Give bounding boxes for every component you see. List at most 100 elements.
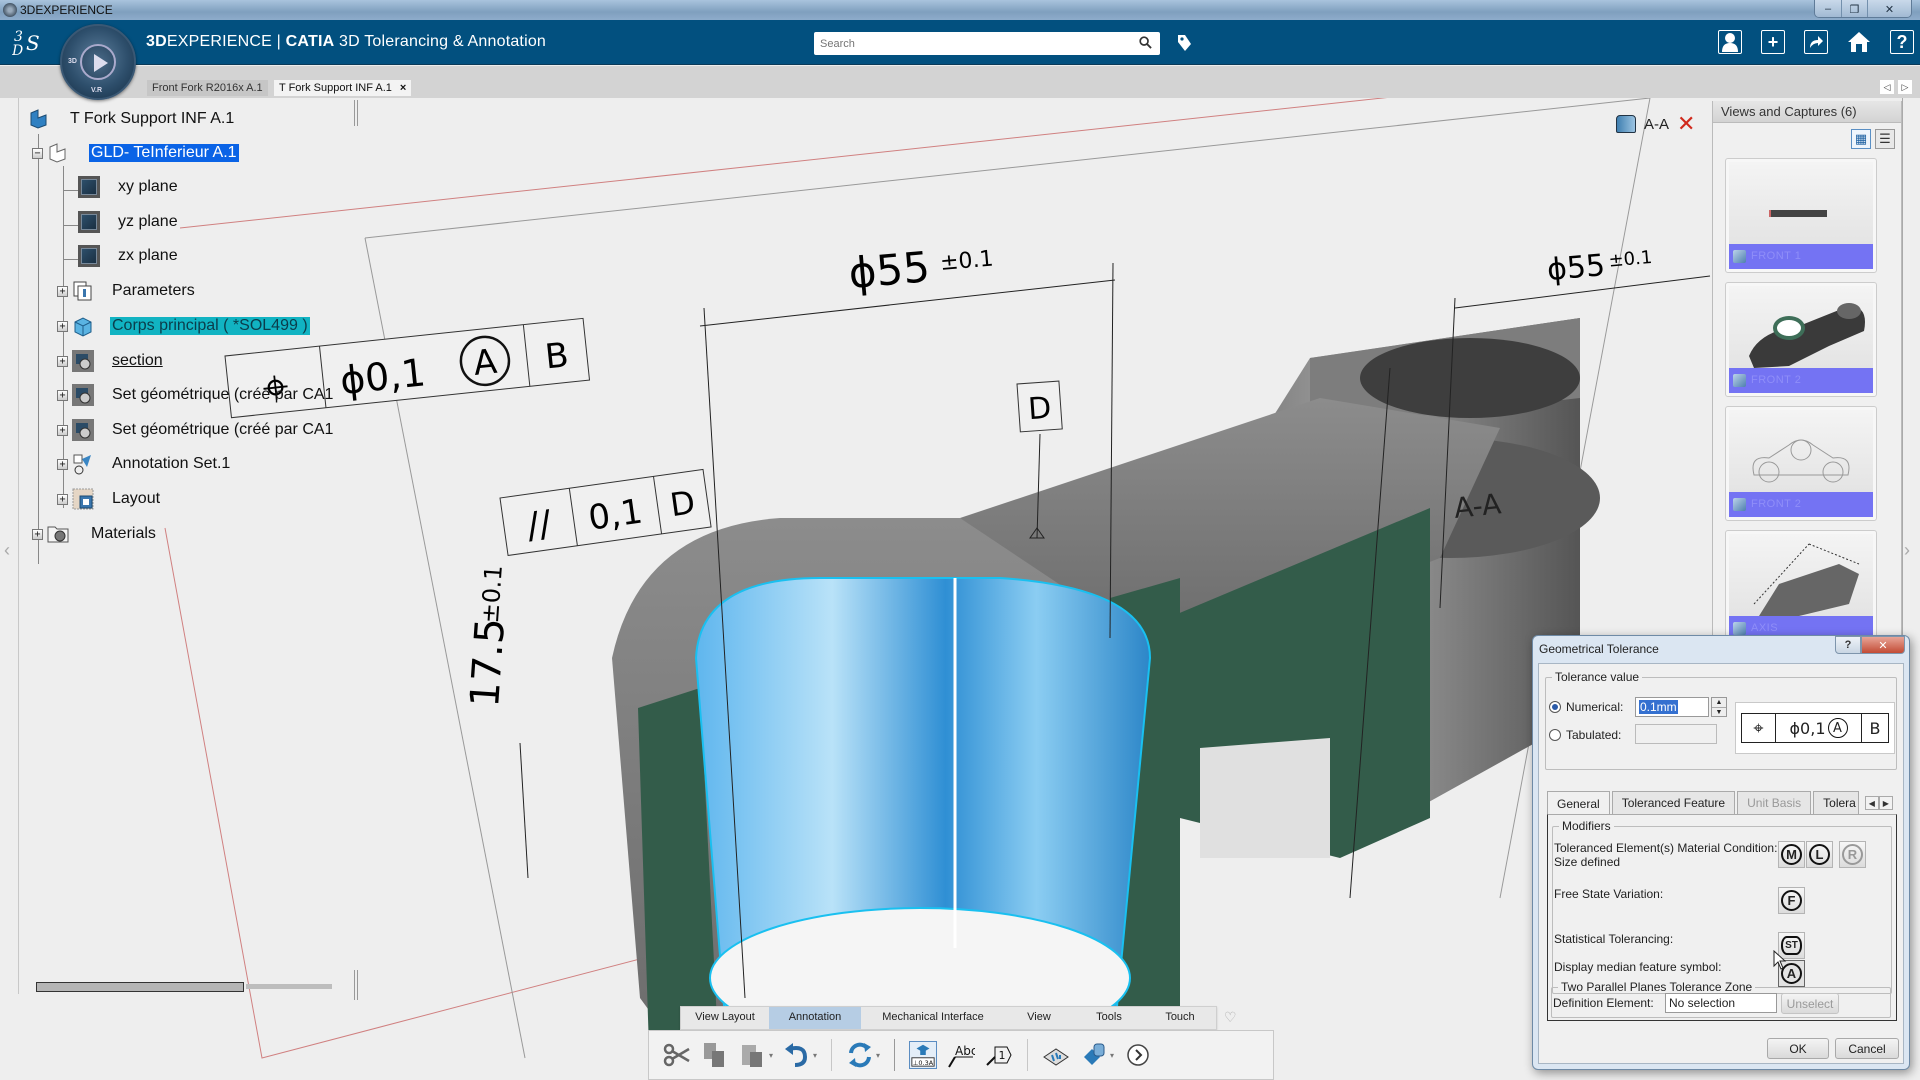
expand-icon[interactable]: + bbox=[57, 493, 68, 505]
numerical-spinner[interactable]: ▲ ▼ bbox=[1711, 697, 1727, 717]
close-tab-icon[interactable]: × bbox=[400, 82, 406, 94]
close-section-icon[interactable]: ✕ bbox=[1677, 113, 1695, 135]
section-view-icon[interactable] bbox=[1616, 115, 1636, 133]
ok-button[interactable]: OK bbox=[1767, 1038, 1829, 1059]
tab-touch[interactable]: Touch bbox=[1145, 1007, 1215, 1029]
tree-item-section[interactable]: + section bbox=[57, 350, 165, 372]
expand-icon[interactable]: + bbox=[57, 320, 68, 332]
capture-card[interactable]: FRONT 2 bbox=[1725, 406, 1877, 521]
dialog-close-button[interactable]: ✕ bbox=[1861, 636, 1905, 654]
annotation-plane-icon[interactable] bbox=[1042, 1041, 1070, 1069]
home-icon[interactable] bbox=[1847, 30, 1871, 54]
tab-t-fork-support[interactable]: T Fork Support INF A.1 × bbox=[274, 80, 412, 96]
tree-root[interactable]: T Fork Support INF A.1 bbox=[28, 108, 236, 130]
tree-item-layout[interactable]: + Layout bbox=[57, 488, 162, 510]
more-actions-icon[interactable] bbox=[1124, 1041, 1152, 1069]
minimize-button[interactable]: ‒ bbox=[1815, 0, 1841, 17]
tab-annotation[interactable]: Annotation bbox=[769, 1007, 861, 1029]
numerical-radio[interactable] bbox=[1549, 701, 1561, 713]
dialog-help-button[interactable]: ? bbox=[1835, 636, 1861, 654]
tree-item-parameters[interactable]: + Parameters bbox=[57, 280, 197, 302]
tree-item-zx-plane[interactable]: zx plane bbox=[78, 245, 180, 267]
tabulated-value-input[interactable] bbox=[1635, 724, 1717, 744]
tab-tools[interactable]: Tools bbox=[1073, 1007, 1145, 1029]
capture-card[interactable]: FRONT 1 bbox=[1725, 158, 1877, 273]
tree-item-geometric-set-1[interactable]: + Set géométrique (créé par CA1 bbox=[57, 384, 335, 406]
grid-view-icon[interactable]: ▦ bbox=[1851, 129, 1871, 149]
compass-widget[interactable]: 3D V.R bbox=[60, 24, 136, 100]
tab-mechanical-interface[interactable]: Mechanical Interface bbox=[861, 1007, 1005, 1029]
capture-card[interactable]: AXIS bbox=[1725, 530, 1877, 645]
list-view-icon[interactable]: ☰ bbox=[1875, 129, 1895, 149]
tree-item-geometric-set-2[interactable]: + Set géométrique (créé par CA1 bbox=[57, 419, 335, 441]
spin-up-icon[interactable]: ▲ bbox=[1712, 698, 1726, 708]
search-box[interactable] bbox=[814, 32, 1160, 55]
rfs-modifier-button[interactable]: R bbox=[1839, 841, 1866, 868]
search-icon[interactable] bbox=[1139, 36, 1152, 49]
compass-play-button[interactable] bbox=[80, 44, 116, 80]
definition-element-input[interactable]: No selection bbox=[1665, 993, 1777, 1013]
tab-view-layout[interactable]: View Layout bbox=[681, 1007, 769, 1029]
undo-dropdown-icon[interactable]: ▾ bbox=[813, 1051, 817, 1060]
tab-toleranced-feature[interactable]: Toleranced Feature bbox=[1611, 791, 1736, 815]
search-input[interactable] bbox=[820, 35, 1120, 52]
tab-front-fork[interactable]: Front Fork R2016x A.1 bbox=[147, 80, 268, 96]
dimension-diameter-55-right[interactable]: ϕ55 ±0.1 bbox=[1546, 244, 1654, 288]
numerical-option[interactable]: Numerical: bbox=[1549, 700, 1623, 714]
free-state-button[interactable]: F bbox=[1778, 887, 1805, 914]
tab-unit-basis[interactable]: Unit Basis bbox=[1737, 791, 1812, 815]
expand-icon[interactable]: + bbox=[57, 458, 68, 470]
mmc-modifier-button[interactable]: M bbox=[1778, 841, 1805, 868]
expand-icon[interactable]: + bbox=[32, 528, 43, 540]
tree-item-part[interactable]: − GLD- TeInferieur A.1 bbox=[32, 142, 239, 164]
share-icon[interactable] bbox=[1804, 30, 1828, 54]
geometrical-tolerance-icon[interactable]: ⊥0.3A bbox=[909, 1041, 938, 1069]
tab-scroll-right-icon[interactable]: ▶ bbox=[1878, 796, 1893, 810]
collapse-icon[interactable]: − bbox=[32, 147, 43, 159]
window-close-button[interactable]: ✕ bbox=[1867, 0, 1911, 17]
expand-icon[interactable]: + bbox=[57, 355, 68, 367]
update-icon[interactable] bbox=[846, 1041, 874, 1069]
tab-scroll-right-icon[interactable]: ▷ bbox=[1898, 80, 1912, 94]
add-icon[interactable]: + bbox=[1761, 30, 1785, 54]
undo-icon[interactable] bbox=[783, 1041, 811, 1069]
cut-icon[interactable] bbox=[663, 1041, 691, 1069]
cancel-button[interactable]: Cancel bbox=[1835, 1038, 1899, 1059]
tab-view[interactable]: View bbox=[1005, 1007, 1073, 1029]
action-bar-collapse-icon[interactable]: ♡ bbox=[1224, 1009, 1237, 1026]
tree-item-main-body[interactable]: + Corps principal ( *SOL499 ) bbox=[57, 315, 310, 337]
tree-item-yz-plane[interactable]: yz plane bbox=[78, 211, 180, 233]
expand-icon[interactable]: + bbox=[57, 285, 68, 297]
tabulated-option[interactable]: Tabulated: bbox=[1549, 728, 1621, 742]
tabulated-radio[interactable] bbox=[1549, 729, 1561, 741]
dimension-diameter-55[interactable]: ϕ55 ±0.1 bbox=[847, 236, 996, 298]
tab-tolerance-zone[interactable]: Tolera bbox=[1813, 791, 1859, 815]
tree-item-materials[interactable]: + Materials bbox=[32, 523, 158, 545]
lmc-modifier-button[interactable]: L bbox=[1806, 841, 1833, 868]
restore-button[interactable]: ❐ bbox=[1841, 0, 1867, 17]
update-dropdown-icon[interactable]: ▾ bbox=[876, 1051, 880, 1060]
paste-icon[interactable] bbox=[739, 1041, 767, 1069]
help-icon[interactable]: ? bbox=[1890, 30, 1914, 54]
balloon-icon[interactable]: 1 bbox=[985, 1041, 1013, 1069]
expand-icon[interactable]: + bbox=[57, 424, 68, 436]
copy-icon[interactable] bbox=[701, 1041, 729, 1069]
text-with-leader-icon[interactable]: Abc bbox=[947, 1041, 975, 1069]
expand-icon[interactable]: + bbox=[57, 389, 68, 401]
unselect-button[interactable]: Unselect bbox=[1781, 993, 1839, 1014]
tag-icon[interactable] bbox=[1176, 34, 1192, 52]
expand-right-panel-icon[interactable]: › bbox=[1904, 540, 1910, 561]
user-icon[interactable] bbox=[1718, 30, 1742, 54]
capture-dropdown-icon[interactable]: ▾ bbox=[1110, 1051, 1114, 1060]
dimension-height-17-5[interactable]: 17.5 ±0.1 bbox=[462, 564, 518, 709]
datum-feature-d[interactable]: D bbox=[1016, 380, 1063, 433]
tab-scroll-left-icon[interactable]: ◀ bbox=[1864, 796, 1879, 810]
tab-general[interactable]: General bbox=[1547, 791, 1610, 815]
numerical-value-input[interactable]: 0.1mm bbox=[1635, 697, 1709, 717]
paste-dropdown-icon[interactable]: ▾ bbox=[769, 1051, 773, 1060]
dassault-logo-icon[interactable]: 3DS bbox=[11, 28, 46, 59]
capture-card[interactable]: FRONT 2 bbox=[1725, 282, 1877, 397]
tab-scroll-left-icon[interactable]: ◁ bbox=[1880, 80, 1894, 94]
tree-item-xy-plane[interactable]: xy plane bbox=[78, 176, 180, 198]
tree-item-annotation-set[interactable]: + Annotation Set.1 bbox=[57, 453, 232, 475]
